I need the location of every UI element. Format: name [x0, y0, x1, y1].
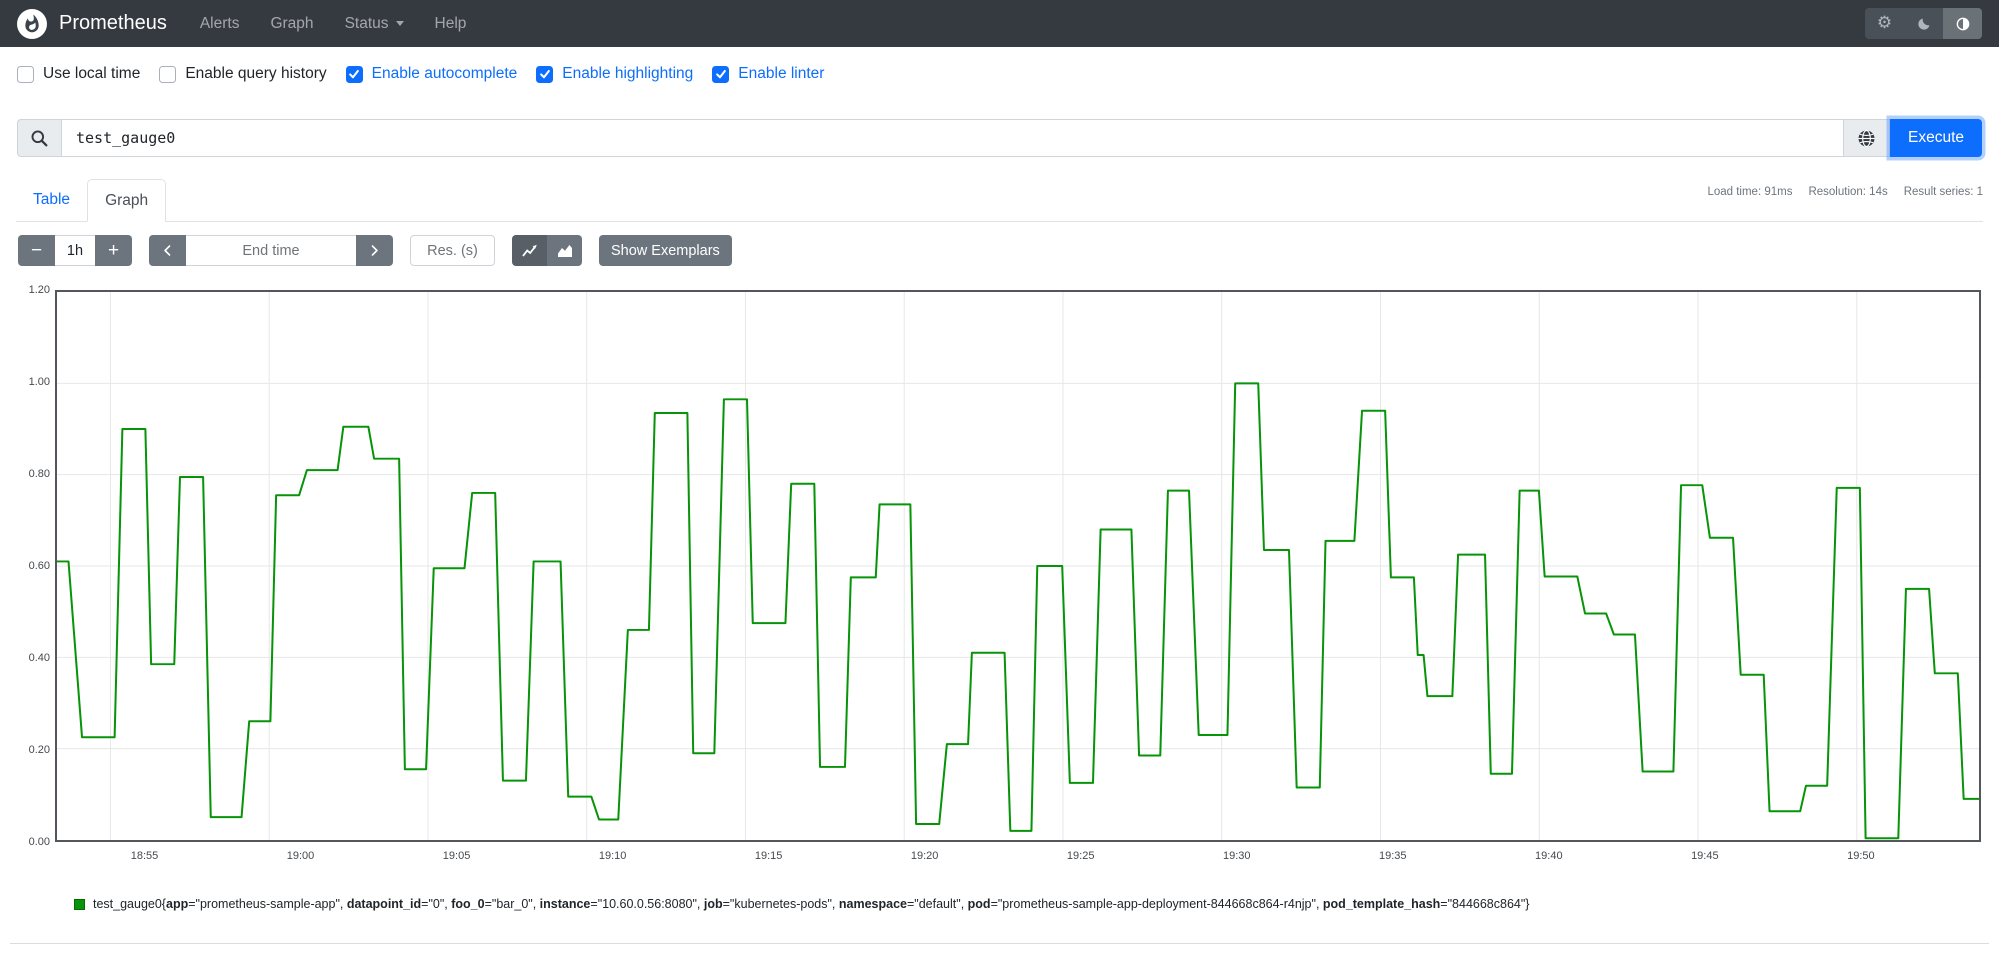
- option-checkbox-enable-autocomplete[interactable]: Enable autocomplete: [345, 65, 518, 83]
- checkbox[interactable]: [17, 65, 34, 83]
- x-tick-label: 18:55: [130, 850, 159, 862]
- line-chart-icon: [521, 244, 537, 257]
- option-label: Enable query history: [185, 65, 327, 82]
- chevron-right-icon: [371, 245, 378, 256]
- tab-graph[interactable]: Graph: [87, 179, 167, 222]
- contrast-icon: [1956, 17, 1969, 30]
- chevron-left-icon: [164, 245, 171, 256]
- nav-alerts[interactable]: Alerts: [200, 15, 240, 33]
- series-color-swatch: [74, 898, 85, 910]
- query-stats: Load time: 91ms Resolution: 14s Result s…: [1707, 186, 1983, 198]
- tab-table[interactable]: Table: [16, 179, 87, 221]
- x-tick-label: 19:35: [1378, 850, 1407, 862]
- checkbox[interactable]: [345, 65, 363, 83]
- x-tick-label: 19:25: [1066, 850, 1095, 862]
- checkbox[interactable]: [536, 65, 554, 83]
- y-tick-label: 0.40: [28, 652, 50, 664]
- x-tick-label: 19:05: [442, 850, 471, 862]
- y-tick-label: 0.80: [28, 468, 50, 480]
- y-tick-label: 0.60: [28, 560, 50, 572]
- options-row: Use local time Enable query history Enable…: [17, 65, 1999, 83]
- execute-button[interactable]: Execute: [1889, 119, 1982, 157]
- option-label: Enable highlighting: [562, 65, 694, 82]
- option-checkbox-enable-query-history[interactable]: Enable query history: [159, 65, 327, 83]
- settings-button[interactable]: ⚙: [1865, 8, 1904, 39]
- query-input[interactable]: [61, 119, 1844, 157]
- y-tick-label: 0.20: [28, 744, 50, 756]
- stacked-chart-toggle[interactable]: [547, 235, 582, 266]
- line-chart-toggle[interactable]: [512, 235, 547, 266]
- check-icon: [715, 69, 726, 79]
- brand[interactable]: Prometheus: [17, 8, 167, 39]
- end-time-group: [149, 235, 393, 266]
- caret-down-icon: [395, 21, 404, 26]
- globe-icon: [1858, 129, 1875, 147]
- series-line: [57, 382, 1979, 840]
- graph-controls: − + Show Exemplars: [18, 235, 1981, 266]
- x-axis: 18:55 19:00 19:05 19:10 19:15 19:20 19:25 19:30…: [92, 847, 1981, 867]
- back-time-button[interactable]: [149, 235, 186, 266]
- series-legend-item[interactable]: test_gauge0{app="prometheus-sample-app",…: [74, 897, 1989, 911]
- brand-title: Prometheus: [59, 12, 167, 34]
- load-time: Load time: 91ms: [1707, 186, 1793, 198]
- check-icon: [539, 69, 550, 79]
- range-group: − +: [18, 235, 132, 266]
- increase-range-button[interactable]: +: [95, 235, 132, 266]
- checkbox[interactable]: [712, 65, 730, 83]
- x-tick-label: 19:10: [598, 850, 627, 862]
- nav-status-label: Status: [344, 14, 389, 32]
- dark-theme-button[interactable]: [1904, 8, 1943, 39]
- x-tick-label: 19:50: [1847, 850, 1875, 862]
- x-tick-label: 19:45: [1691, 850, 1719, 862]
- y-tick-label: 1.00: [28, 376, 50, 388]
- option-checkbox-enable-linter[interactable]: Enable linter: [712, 65, 824, 83]
- forward-time-button[interactable]: [356, 235, 393, 266]
- query-bar: Execute: [17, 119, 1982, 157]
- x-tick-label: 19:00: [286, 850, 315, 862]
- resolution-input[interactable]: [410, 235, 495, 266]
- option-checkbox-use-local-time[interactable]: Use local time: [17, 65, 140, 83]
- chart: 0.00 0.20 0.40 0.60 0.80 1.00 1.20 18:55 19:00 1…: [18, 284, 1981, 867]
- plot-area[interactable]: [55, 290, 1981, 842]
- nav-links: Alerts Graph Status Help: [200, 15, 467, 33]
- option-label: Use local time: [43, 65, 141, 82]
- checkbox[interactable]: [159, 65, 177, 83]
- prometheus-logo-icon: [17, 8, 47, 39]
- end-time-input[interactable]: [186, 235, 356, 266]
- nav-help[interactable]: Help: [435, 15, 467, 33]
- metrics-explorer-button[interactable]: [1843, 119, 1890, 157]
- stacked-chart-icon: [557, 244, 572, 257]
- decrease-range-button[interactable]: −: [18, 235, 55, 266]
- x-tick-label: 19:40: [1535, 850, 1563, 862]
- y-tick-label: 0.00: [28, 836, 50, 848]
- gear-icon: ⚙: [1876, 13, 1893, 33]
- x-tick-label: 19:20: [910, 850, 939, 862]
- option-label: Enable autocomplete: [371, 65, 518, 82]
- chart-type-group: [512, 235, 582, 266]
- search-icon: [17, 119, 61, 157]
- nav-graph[interactable]: Graph: [270, 15, 313, 33]
- range-input[interactable]: [55, 235, 95, 266]
- y-axis: 0.00 0.20 0.40 0.60 0.80 1.00 1.20: [18, 284, 50, 848]
- check-icon: [349, 69, 360, 79]
- tab-bar: Table Graph Load time: 91ms Resolution: …: [16, 179, 1983, 222]
- moon-icon: [1917, 17, 1930, 30]
- auto-theme-button[interactable]: [1943, 8, 1982, 39]
- option-checkbox-enable-highlighting[interactable]: Enable highlighting: [536, 65, 693, 83]
- nav-status[interactable]: Status: [345, 15, 404, 33]
- graph-panel: − + Show Exemplars 0.00 0.20 0.40 0.60 0.80 1…: [10, 222, 1989, 944]
- theme-switcher: ⚙: [1865, 8, 1982, 39]
- navbar: Prometheus Alerts Graph Status Help ⚙: [0, 0, 1999, 47]
- show-exemplars-button[interactable]: Show Exemplars: [599, 235, 732, 266]
- result-series: Result series: 1: [1903, 186, 1983, 198]
- resolution: Resolution: 14s: [1808, 186, 1888, 198]
- y-tick-label: 1.20: [28, 284, 50, 296]
- series-label: test_gauge0{app="prometheus-sample-app",…: [93, 897, 1530, 911]
- x-tick-label: 19:15: [754, 850, 783, 862]
- option-label: Enable linter: [738, 65, 825, 82]
- x-tick-label: 19:30: [1222, 850, 1251, 862]
